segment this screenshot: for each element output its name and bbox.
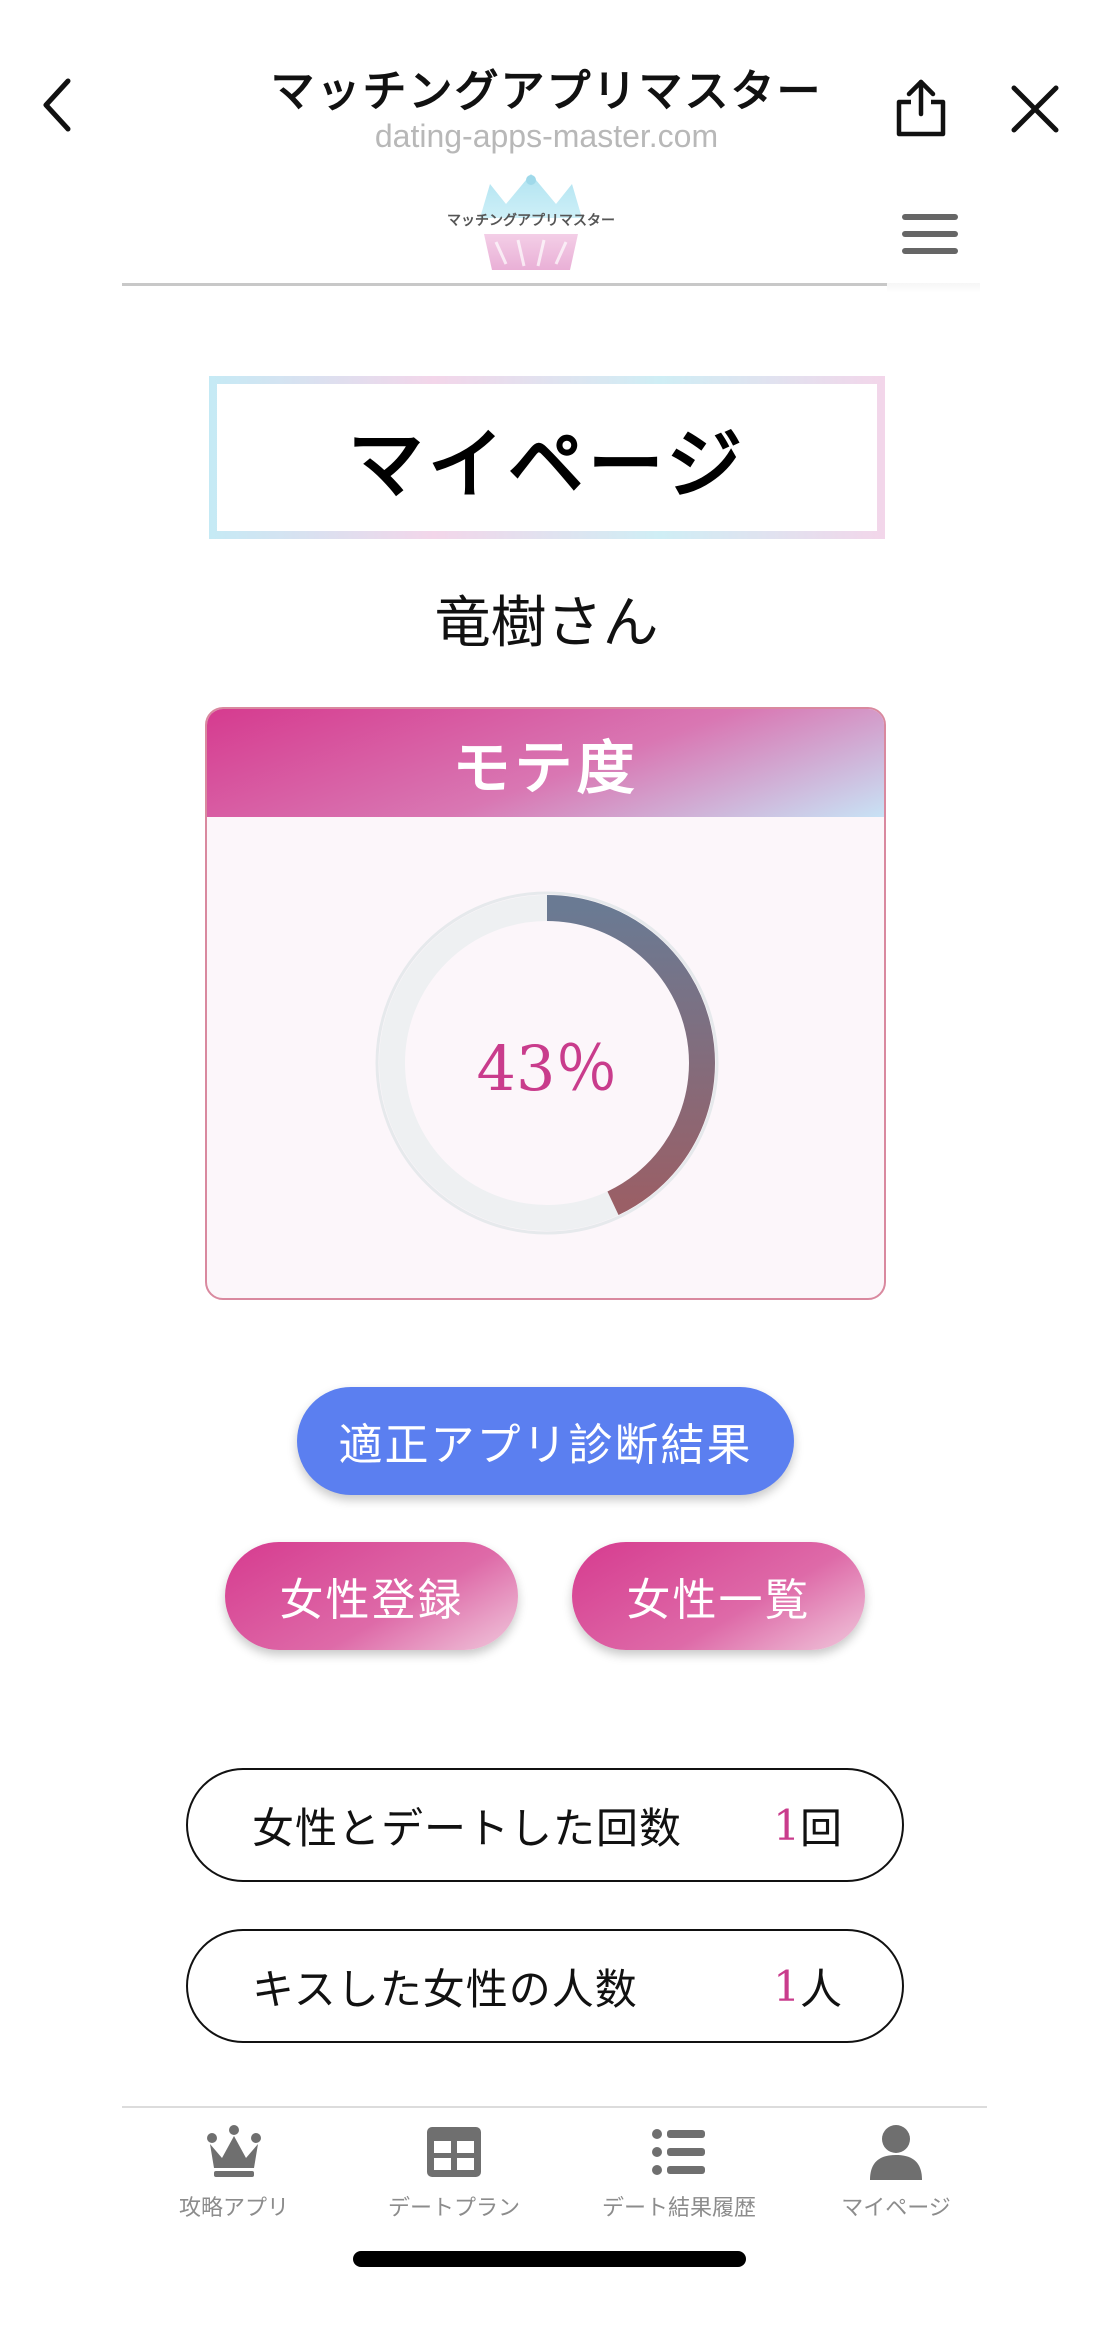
site-logo-text: マッチングアプリマスター <box>447 212 615 228</box>
user-icon <box>866 2122 926 2182</box>
header-shadow <box>887 283 980 293</box>
stat-label: キスした女性の人数 <box>252 1964 638 2014</box>
stat-number: 1 <box>773 1961 800 2011</box>
crown-icon <box>204 2122 264 2182</box>
nav-label: マイページ <box>841 2196 951 2221</box>
list-icon <box>649 2122 709 2182</box>
share-icon[interactable] <box>893 78 949 138</box>
hamburger-menu-icon[interactable] <box>900 210 960 258</box>
stat-date-count: 女性とデートした回数 1回 <box>186 1768 904 1882</box>
register-female-button[interactable]: 女性登録 <box>225 1542 518 1650</box>
nav-label: 攻略アプリ <box>178 2196 289 2221</box>
user-name: 竜樹さん <box>434 591 659 656</box>
stat-unit: 人 <box>799 1964 842 2014</box>
stat-value: 1回 <box>773 1770 842 1880</box>
stat-number: 1 <box>773 1800 800 1850</box>
mote-card-title: モテ度 <box>452 734 639 802</box>
stat-kiss-count: キスした女性の人数 1人 <box>186 1929 904 2043</box>
page-title: マイページ <box>347 419 747 509</box>
bottom-nav-divider <box>122 2106 987 2108</box>
header-divider <box>122 283 887 286</box>
stat-value: 1人 <box>773 1931 842 2041</box>
diagnosis-result-button[interactable]: 適正アプリ診断結果 <box>297 1387 794 1495</box>
close-icon[interactable] <box>1010 84 1060 134</box>
nav-label: デートプラン <box>387 2196 520 2221</box>
mote-percentage: 43％ <box>476 1032 618 1105</box>
stat-label: 女性とデートした回数 <box>252 1803 683 1853</box>
stat-unit: 回 <box>799 1803 842 1853</box>
nav-item-date-history[interactable]: デート結果履歴 <box>571 2122 787 2232</box>
grid-icon <box>424 2122 484 2182</box>
nav-item-date-plan[interactable]: デートプラン <box>346 2122 562 2232</box>
female-list-button[interactable]: 女性一覧 <box>572 1542 865 1650</box>
home-indicator <box>353 2251 746 2267</box>
mote-card-header: モテ度 <box>207 709 884 817</box>
mote-card: モテ度 43％ <box>205 707 886 1300</box>
nav-label: デート結果履歴 <box>601 2196 756 2221</box>
page-title-frame: マイページ <box>209 376 885 539</box>
nav-item-strategy-apps[interactable]: 攻略アプリ <box>126 2122 342 2232</box>
nav-item-my-page[interactable]: マイページ <box>788 2122 1004 2232</box>
